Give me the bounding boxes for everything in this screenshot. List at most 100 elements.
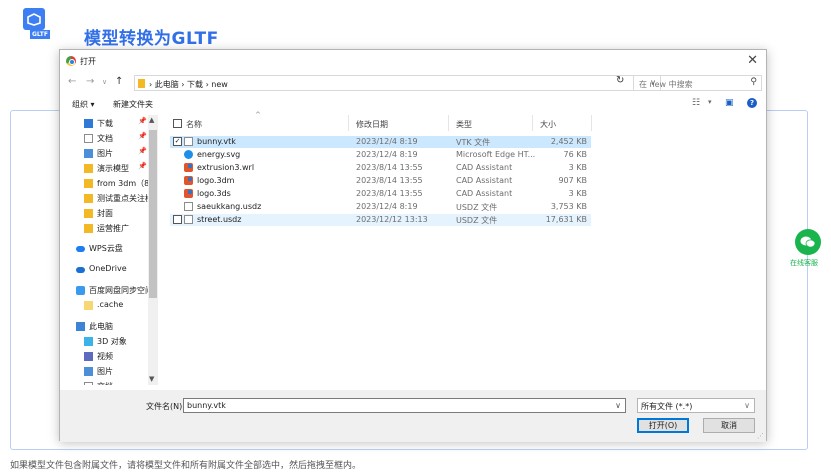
file-row[interactable]: logo.3dm 2023/8/14 13:55 CAD Assistant 9… [170, 175, 591, 187]
file-name: street.usdz [197, 215, 242, 224]
preview-pane-icon[interactable]: ▣ [725, 98, 734, 108]
resize-grip-icon[interactable]: ⋰ [757, 432, 764, 440]
file-size: 2,452 KB [550, 137, 587, 146]
folder-icon [84, 224, 93, 233]
row-checkbox[interactable] [173, 215, 182, 224]
dialog-toolbar: 组织 ▾ 新建文件夹 ☷ ▾ ▣ ? [60, 95, 766, 113]
filename-input[interactable]: bunny.vtk ∨ [183, 398, 626, 413]
column-type[interactable]: 类型 [456, 119, 472, 135]
file-type: Microsoft Edge HT... [456, 150, 536, 159]
close-icon[interactable]: ✕ [747, 53, 758, 68]
sort-indicator-icon: ^ [255, 111, 261, 119]
file-name: saeukkang.usdz [197, 202, 262, 211]
column-size[interactable]: 大小 [540, 119, 556, 135]
picture-icon [84, 149, 93, 158]
cad-assistant-icon [184, 176, 193, 185]
chevron-down-icon[interactable]: ∨ [744, 401, 750, 410]
file-size: 3 KB [568, 163, 587, 172]
scroll-down-icon[interactable]: ▼ [149, 375, 154, 383]
file-date: 2023/12/4 8:19 [356, 150, 418, 159]
refresh-icon[interactable]: ↻ [616, 75, 624, 86]
nav-scrollbar-thumb[interactable] [149, 130, 157, 298]
file-date: 2023/12/12 13:13 [356, 215, 428, 224]
file-size: 3,753 KB [550, 202, 587, 211]
video-icon [84, 352, 93, 361]
file-name: logo.3ds [197, 189, 231, 198]
search-input[interactable]: 在 new 中搜索 ⚲ [633, 75, 762, 91]
pin-icon: 📌 [138, 132, 147, 140]
filename-value: bunny.vtk [187, 401, 226, 410]
column-date[interactable]: 修改日期 [356, 119, 388, 135]
search-placeholder: 在 new 中搜索 [639, 80, 693, 89]
back-arrow-icon[interactable]: ← [68, 76, 76, 87]
history-chevron-icon[interactable]: ∨ [102, 78, 107, 86]
forward-arrow-icon[interactable]: → [86, 76, 94, 87]
new-folder-button[interactable]: 新建文件夹 [113, 99, 153, 110]
3d-objects-icon [84, 337, 93, 346]
dialog-footer: 文件名(N): bunny.vtk ∨ 所有文件 (*.*) ∨ 打开(O) 取… [60, 390, 766, 442]
address-bar[interactable]: › 此电脑 › 下载 › new ∨ [134, 75, 661, 91]
view-dropdown-icon[interactable]: ▾ [708, 98, 712, 106]
file-size: 76 KB [563, 150, 587, 159]
open-button[interactable]: 打开(O) [637, 418, 689, 433]
pin-icon: 📌 [138, 117, 147, 125]
dialog-titlebar: 打开 ✕ [60, 50, 766, 72]
open-file-dialog: 打开 ✕ ← → ∨ ↑ › 此电脑 › 下载 › new ∨ ↻ 在 new … [59, 49, 767, 442]
file-date: 2023/8/14 13:55 [356, 163, 423, 172]
chevron-down-icon[interactable]: ∨ [615, 401, 621, 410]
folder-icon [138, 79, 145, 88]
file-name: logo.3dm [197, 176, 235, 185]
file-size: 907 KB [558, 176, 587, 185]
breadcrumb[interactable]: › 此电脑 › 下载 › new [149, 79, 228, 90]
filetype-value: 所有文件 (*.*) [641, 402, 693, 411]
chrome-icon [66, 56, 76, 66]
file-row[interactable]: ✓ bunny.vtk 2023/12/4 8:19 VTK 文件 2,452 … [170, 136, 591, 148]
drop-hint: 如果模型文件包含附属文件，请将模型文件和所有附属文件全部选中，然后拖拽至框内。 [10, 461, 362, 471]
organize-menu[interactable]: 组织 ▾ [72, 99, 95, 110]
document-icon [84, 134, 93, 143]
file-type: USDZ 文件 [456, 216, 498, 225]
file-row[interactable]: logo.3ds 2023/8/14 13:55 CAD Assistant 3… [170, 188, 591, 200]
file-date: 2023/8/14 13:55 [356, 176, 423, 185]
file-size: 3 KB [568, 189, 587, 198]
file-name: energy.svg [197, 150, 241, 159]
file-row[interactable]: saeukkang.usdz 2023/12/4 8:19 USDZ 文件 3,… [170, 201, 591, 213]
file-date: 2023/12/4 8:19 [356, 202, 418, 211]
computer-icon [76, 322, 85, 331]
row-checkbox[interactable]: ✓ [173, 137, 182, 146]
cad-assistant-icon [184, 189, 193, 198]
support-label[interactable]: 在线客服 [790, 258, 818, 268]
filename-label: 文件名(N): [146, 402, 185, 411]
column-name[interactable]: 名称 [186, 119, 202, 135]
scroll-up-icon[interactable]: ▲ [149, 116, 154, 124]
generic-file-icon [184, 215, 193, 224]
pin-icon: 📌 [138, 162, 147, 170]
search-icon[interactable]: ⚲ [750, 77, 757, 87]
support-chat-button[interactable] [795, 229, 821, 255]
folder-icon [84, 209, 93, 218]
view-options-icon[interactable]: ☷ [692, 98, 700, 108]
cad-assistant-icon [184, 163, 193, 172]
baidu-icon [76, 286, 85, 295]
file-name: extrusion3.wrl [197, 163, 255, 172]
select-all-checkbox[interactable] [173, 119, 182, 128]
file-name: bunny.vtk [197, 137, 236, 146]
file-row[interactable]: street.usdz 2023/12/12 13:13 USDZ 文件 17,… [170, 214, 591, 226]
cancel-button[interactable]: 取消 [703, 418, 755, 433]
up-arrow-icon[interactable]: ↑ [115, 76, 123, 87]
file-row[interactable]: extrusion3.wrl 2023/8/14 13:55 CAD Assis… [170, 162, 591, 174]
file-type: CAD Assistant [456, 176, 513, 185]
page-title: 模型转换为GLTF [84, 29, 219, 49]
generic-file-icon [184, 202, 193, 211]
file-row[interactable]: energy.svg 2023/12/4 8:19 Microsoft Edge… [170, 149, 591, 161]
help-icon[interactable]: ? [747, 98, 757, 108]
edge-icon [184, 150, 193, 159]
filetype-select[interactable]: 所有文件 (*.*) ∨ [637, 398, 755, 413]
folder-icon [84, 301, 93, 310]
file-type: CAD Assistant [456, 189, 513, 198]
dialog-title: 打开 [80, 57, 96, 66]
file-date: 2023/12/4 8:19 [356, 137, 418, 146]
file-list: ^ 名称 修改日期 类型 大小 ✓ bunny.vtk 2023/12/4 8:… [170, 111, 760, 385]
folder-icon [84, 194, 93, 203]
logo-label: GLTF [30, 30, 50, 39]
